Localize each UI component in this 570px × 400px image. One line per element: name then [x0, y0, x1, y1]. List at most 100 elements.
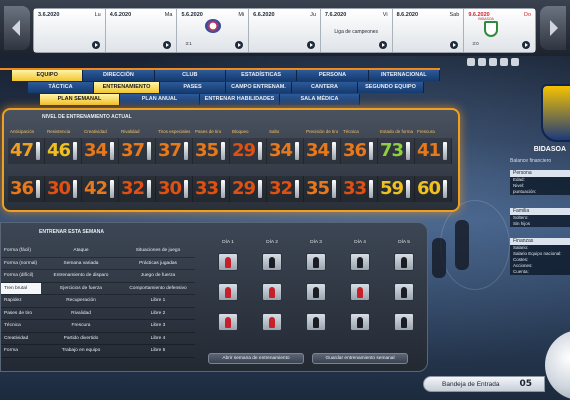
- level-gauge: [184, 142, 188, 160]
- exercise-option[interactable]: Comportamiento defensivo: [121, 283, 195, 295]
- mail-icon[interactable]: [489, 58, 497, 66]
- exercise-option[interactable]: Libre 5: [121, 345, 195, 357]
- nav-tab[interactable]: Estadísticas: [225, 70, 298, 81]
- exercise-option[interactable]: Forma (difícil): [1, 270, 41, 282]
- exercise-option[interactable]: Libre 4: [121, 333, 195, 345]
- nav-tab[interactable]: Cantera: [292, 82, 358, 93]
- level-value-cell: 29: [230, 176, 267, 202]
- persona-lines: Edad: Nivel: puntuación:: [510, 177, 570, 195]
- training-drill-icon[interactable]: [306, 283, 326, 301]
- exercise-option[interactable]: Libre 3: [121, 320, 195, 332]
- inbox-button[interactable]: Bandeja de Entrada 05: [423, 376, 545, 392]
- nav-tab[interactable]: Plan semanal: [40, 94, 120, 105]
- training-drill-icon[interactable]: [218, 253, 238, 271]
- training-drill-icon[interactable]: [394, 313, 414, 331]
- familia-header: Familia: [510, 208, 570, 215]
- exercise-option[interactable]: Juego de fuerza: [121, 270, 195, 282]
- attribute-label: Rivalidad: [121, 129, 140, 134]
- nav-tab[interactable]: Pases: [160, 82, 226, 93]
- attribute-label: Anticipación: [10, 129, 35, 134]
- calendar-day[interactable]: 7.6.2020 Vi Liga de campeones: [320, 9, 393, 52]
- nav-tab[interactable]: Persona: [297, 70, 369, 81]
- calendar-day[interactable]: 9.6.2020 Do BIDASOA 3:0: [464, 9, 536, 52]
- open-training-week-button[interactable]: Abrir semana de entrenamiento: [208, 353, 304, 364]
- exercise-option[interactable]: Rivalidad: [41, 308, 121, 320]
- nav-tab[interactable]: Equipo: [12, 70, 84, 81]
- play-icon[interactable]: [235, 41, 244, 49]
- nav-tab[interactable]: Entrenar habilidades: [200, 94, 280, 105]
- calendar-strip: 3.6.2020 Lu 4.6.2020 Ma 5.6.2020 Mi 3:1 6.6.202…: [33, 8, 536, 53]
- level-value-cell: 29: [230, 138, 267, 164]
- nav-tab[interactable]: Internacional: [368, 70, 440, 81]
- training-day-column: DÍA 3: [294, 240, 338, 343]
- training-drill-icon[interactable]: [350, 283, 370, 301]
- nav-tab[interactable]: Sala médica: [280, 94, 360, 105]
- calendar-day[interactable]: 6.6.2020 Ju: [249, 9, 321, 52]
- calendar-day[interactable]: 3.6.2020 Lu: [34, 9, 106, 52]
- level-value-cell: 30: [156, 176, 193, 202]
- calendar-prev-button[interactable]: [4, 6, 30, 50]
- nav-tab[interactable]: Dirección: [83, 70, 155, 81]
- training-drill-icon[interactable]: [350, 313, 370, 331]
- exercise-option[interactable]: Forma (fácil): [1, 245, 41, 257]
- nav-tab[interactable]: Táctica: [28, 82, 94, 93]
- save-weekly-training-button[interactable]: Guardar entrenamiento semanal: [312, 353, 408, 364]
- exercise-option[interactable]: Situaciones de juego: [121, 245, 195, 257]
- save-icon[interactable]: [467, 58, 475, 66]
- nav-tab[interactable]: Campo entrenam.: [226, 82, 292, 93]
- play-icon[interactable]: [163, 41, 172, 49]
- calendar-day[interactable]: 4.6.2020 Ma: [105, 9, 178, 52]
- training-drill-icon[interactable]: [262, 283, 282, 301]
- sidebar-field: puntuación:: [513, 189, 537, 194]
- level-value-cell: 35: [193, 138, 230, 164]
- play-icon[interactable]: [306, 41, 315, 49]
- balance-label[interactable]: Balance financiero: [510, 158, 551, 164]
- settings-icon[interactable]: [478, 58, 486, 66]
- exercise-option[interactable]: Prácticas jugadas: [121, 258, 195, 270]
- calendar-next-button[interactable]: [540, 6, 566, 50]
- exercise-option[interactable]: Técnica: [1, 320, 41, 332]
- exercise-option[interactable]: Entrenamiento de disparo: [41, 270, 121, 282]
- calendar-weekday: Sab: [449, 12, 460, 18]
- help-icon[interactable]: [500, 58, 508, 66]
- exercise-option[interactable]: Trabajo en equipo: [41, 345, 121, 357]
- training-drill-icon[interactable]: [394, 253, 414, 271]
- training-drill-icon[interactable]: [306, 253, 326, 271]
- training-drill-icon[interactable]: [218, 283, 238, 301]
- play-icon[interactable]: [378, 41, 387, 49]
- training-level-title: NIVEL DE ENTRENAMIENTO ACTUAL: [42, 114, 132, 120]
- exercise-option[interactable]: Forma: [1, 345, 41, 357]
- exercise-option[interactable]: Rapidez: [1, 295, 41, 307]
- calendar-day[interactable]: 5.6.2020 Mi 3:1: [177, 9, 250, 52]
- nav-tab[interactable]: Segundo equipo: [358, 82, 424, 93]
- nav-tab[interactable]: Entrenamiento: [94, 82, 160, 93]
- nav-tab[interactable]: Club: [154, 70, 226, 81]
- exercise-option[interactable]: Ataque: [41, 245, 121, 257]
- nav-tab[interactable]: Plan anual: [120, 94, 200, 105]
- play-icon[interactable]: [91, 41, 100, 49]
- training-drill-icon[interactable]: [262, 313, 282, 331]
- exercise-option[interactable]: Recuperación: [41, 295, 121, 307]
- info-icon[interactable]: [511, 58, 519, 66]
- training-drill-icon[interactable]: [350, 253, 370, 271]
- exercise-option[interactable]: Semana variada: [41, 258, 121, 270]
- exercise-option[interactable]: Creatividad: [1, 333, 41, 345]
- play-icon[interactable]: [450, 41, 459, 49]
- exercise-option[interactable]: Frescura: [41, 320, 121, 332]
- exercise-option[interactable]: Libre 1: [121, 295, 195, 307]
- calendar-day[interactable]: 8.6.2020 Sab: [392, 9, 465, 52]
- exercise-option[interactable]: Pases de tiro: [1, 308, 41, 320]
- exercise-option[interactable]: Libre 2: [121, 308, 195, 320]
- exercise-option[interactable]: Ejercicios de fuerza: [41, 283, 121, 295]
- training-drill-icon[interactable]: [306, 313, 326, 331]
- exercise-list: Forma (fácil) Ataque Situaciones de juego F…: [1, 245, 195, 358]
- level-value: 59: [380, 178, 404, 199]
- play-icon[interactable]: [522, 41, 531, 49]
- exercise-option[interactable]: Tren brutal: [1, 282, 41, 294]
- exercise-option[interactable]: Forma (normal): [1, 258, 41, 270]
- training-drill-icon[interactable]: [262, 253, 282, 271]
- training-drill-icon[interactable]: [394, 283, 414, 301]
- training-drill-icon[interactable]: [218, 313, 238, 331]
- exercise-option[interactable]: Partido divertido: [41, 333, 121, 345]
- attribute-label: Estado de forma: [380, 129, 414, 134]
